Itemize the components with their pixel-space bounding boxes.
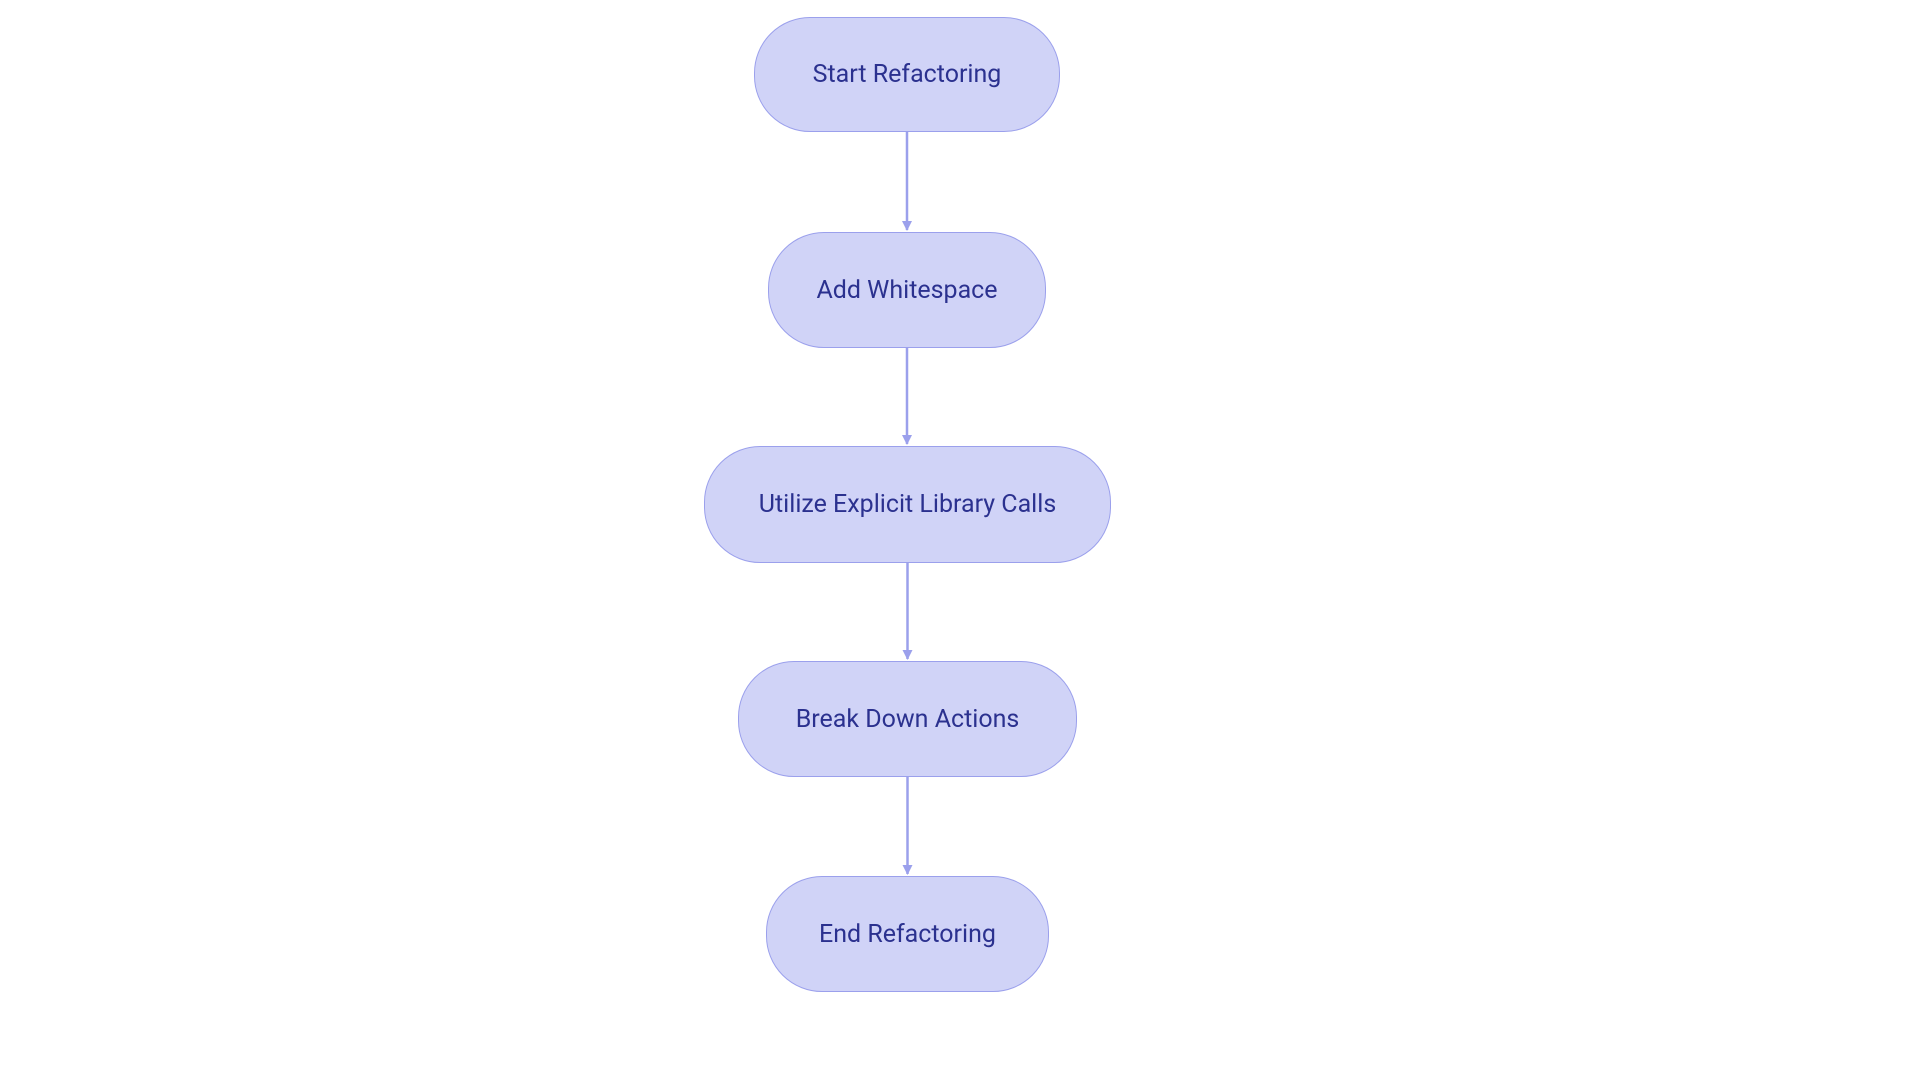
flowchart-node-start: Start Refactoring bbox=[754, 17, 1060, 132]
flowchart-node-whitespace: Add Whitespace bbox=[768, 232, 1046, 348]
flowchart-node-breakdown: Break Down Actions bbox=[738, 661, 1077, 777]
flowchart-node-library: Utilize Explicit Library Calls bbox=[704, 446, 1111, 563]
flowchart-node-end: End Refactoring bbox=[766, 876, 1049, 992]
flowchart-canvas: Start Refactoring Add Whitespace Utilize E… bbox=[0, 0, 1920, 1083]
